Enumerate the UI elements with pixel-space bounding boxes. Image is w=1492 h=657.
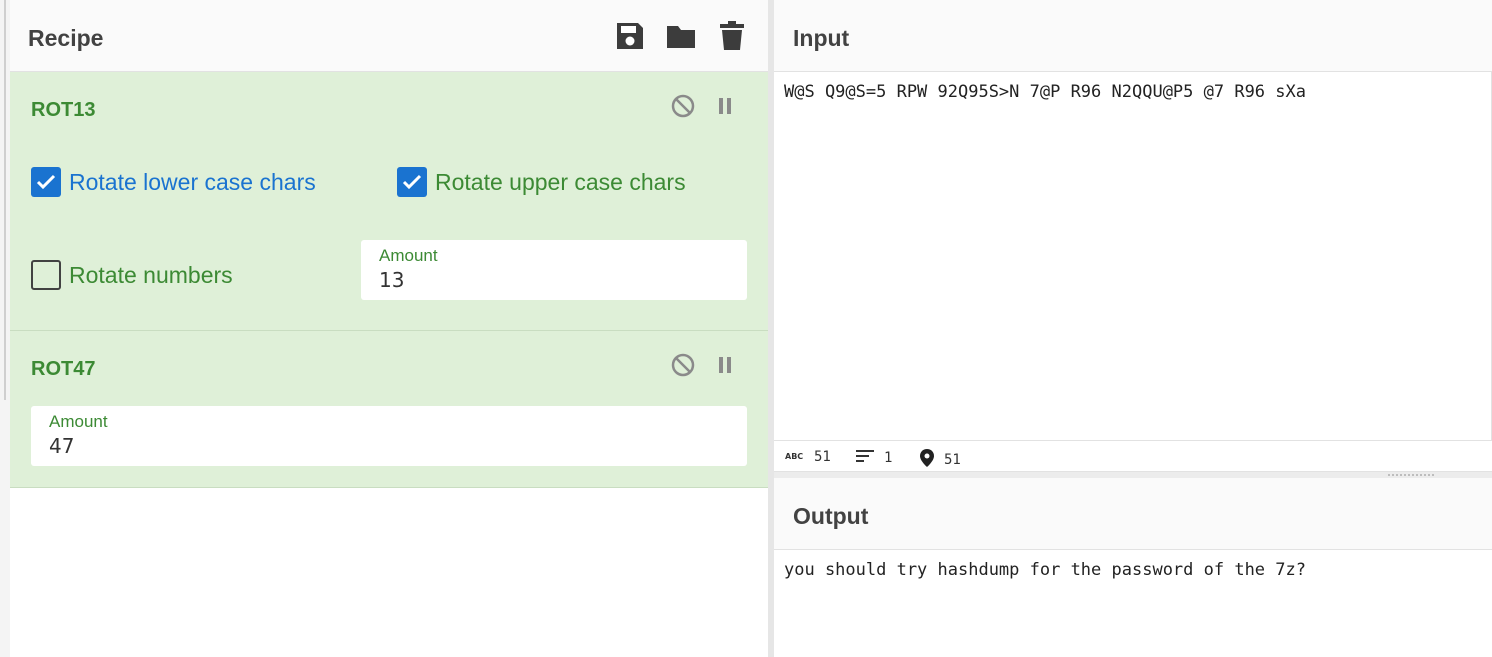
output-text: you should try hashdump for the password… [784, 560, 1306, 580]
operation-title: ROT13 [31, 99, 96, 121]
pause-icon[interactable] [712, 93, 738, 119]
recipe-panel: Recipe ROT13 Rotate lower case chars Rot… [10, 0, 768, 657]
output-textarea[interactable]: you should try hashdump for the password… [774, 550, 1492, 657]
cursor-position: 51 [918, 448, 961, 472]
output-title: Output [793, 503, 869, 529]
rotate-numbers-checkbox[interactable]: Rotate numbers [31, 260, 233, 290]
disable-icon[interactable] [670, 352, 696, 378]
recipe-title: Recipe [28, 25, 104, 51]
rotate-lower-label: Rotate lower case chars [69, 168, 316, 195]
amount-label: Amount [379, 246, 438, 265]
resize-grip-icon[interactable] [1388, 474, 1434, 476]
char-count-value: 51 [814, 449, 831, 465]
rot13-amount-field[interactable]: Amount 13 [361, 240, 747, 300]
rot47-amount-field[interactable]: Amount 47 [31, 406, 747, 466]
window-left-edge [0, 0, 10, 657]
map-pin-icon [918, 448, 936, 472]
line-count-value: 1 [884, 450, 893, 466]
rotate-upper-label: Rotate upper case chars [435, 168, 686, 195]
checkbox-checked-icon [31, 167, 61, 197]
rotate-upper-checkbox[interactable]: Rotate upper case chars [397, 167, 686, 197]
input-title: Input [793, 25, 850, 51]
lines-icon [854, 448, 876, 468]
edge-line [4, 0, 6, 400]
amount-value[interactable]: 13 [379, 268, 404, 292]
operation-rot47: ROT47 Amount 47 [10, 331, 768, 488]
abc-icon: ABC [784, 448, 806, 466]
rotate-lower-checkbox[interactable]: Rotate lower case chars [31, 167, 316, 197]
folder-open-icon[interactable] [665, 20, 697, 52]
rotate-numbers-label: Rotate numbers [69, 261, 233, 288]
operation-rot13: ROT13 Rotate lower case chars Rotate upp… [10, 72, 768, 331]
amount-value[interactable]: 47 [49, 434, 74, 458]
cursor-position-value: 51 [944, 452, 961, 468]
checkbox-unchecked-icon [31, 260, 61, 290]
output-header: Output [774, 478, 1492, 550]
input-header: Input [774, 0, 1492, 72]
svg-text:ABC: ABC [785, 452, 803, 461]
trash-icon[interactable] [716, 20, 748, 52]
operation-title: ROT47 [31, 358, 96, 380]
char-count: ABC 51 [784, 448, 831, 466]
amount-label: Amount [49, 412, 108, 431]
disable-icon[interactable] [670, 93, 696, 119]
input-status-bar: ABC 51 1 51 [774, 440, 1492, 472]
input-textarea[interactable]: W@S Q9@S=5 RPW 92Q95S>N 7@P R96 N2QQU@P5… [774, 72, 1492, 440]
recipe-header: Recipe [10, 0, 768, 72]
checkbox-checked-icon [397, 167, 427, 197]
line-count: 1 [854, 448, 892, 468]
save-icon[interactable] [614, 20, 646, 52]
input-text: W@S Q9@S=5 RPW 92Q95S>N 7@P R96 N2QQU@P5… [784, 82, 1306, 102]
pause-icon[interactable] [712, 352, 738, 378]
